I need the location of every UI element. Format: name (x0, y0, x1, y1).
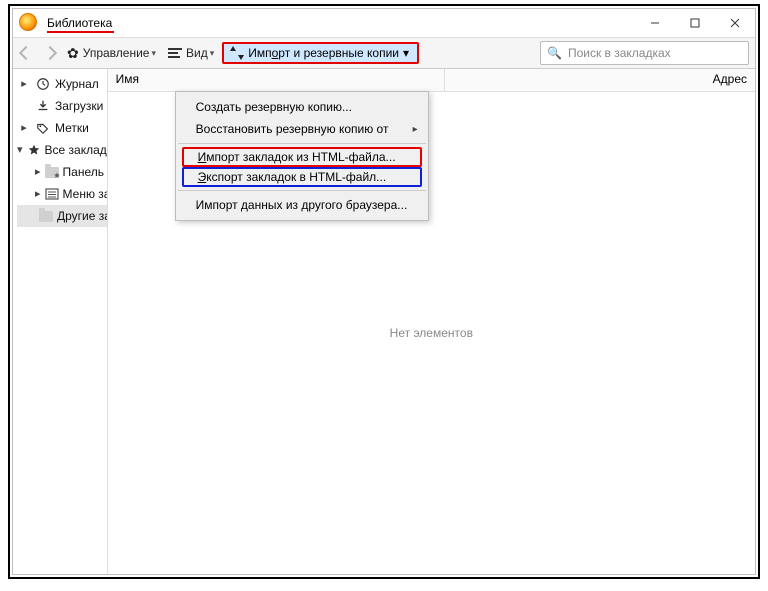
import-export-icon (230, 46, 244, 60)
menu-export-html[interactable]: Экспорт закладок в HTML-файл... (182, 167, 422, 187)
column-address-header[interactable]: Адрес (445, 69, 755, 91)
manage-label: Управление (83, 46, 150, 60)
tree-label: Другие закладки (57, 209, 108, 223)
menu-create-backup[interactable]: Создать резервную копию... (176, 96, 428, 118)
column-headers: Имя Адрес (108, 69, 755, 92)
window-controls (635, 9, 755, 37)
view-dropdown[interactable]: Вид ▾ (164, 41, 218, 65)
manage-dropdown[interactable]: ✿ Управление ▾ (63, 41, 160, 65)
tree-label: Метки (55, 121, 89, 135)
forward-button[interactable] (41, 41, 59, 65)
tree-label: Журнал (55, 77, 99, 91)
star-icon (27, 142, 41, 158)
menu-separator (178, 190, 426, 191)
arrow-right-icon (43, 46, 57, 60)
expander-icon[interactable] (17, 123, 31, 134)
titlebar: Библиотека (13, 9, 755, 38)
folder-star-icon: ★ (45, 164, 59, 180)
tree-label: Все закладки (45, 143, 108, 157)
tree-menu-bookmarks[interactable]: Меню закладок (17, 183, 107, 205)
column-name-header[interactable]: Имя (108, 69, 445, 91)
submenu-caret-icon: ▸ (413, 124, 418, 135)
search-icon: 🔍 (547, 46, 562, 60)
library-window: Библиотека ✿ Управление ▾ (12, 8, 756, 575)
tree-downloads[interactable]: Загрузки (17, 95, 107, 117)
arrow-left-icon (19, 46, 33, 60)
expander-icon[interactable] (35, 167, 41, 178)
sidebar: Журнал Загрузки Метки (13, 69, 108, 574)
minimize-button[interactable] (635, 9, 675, 37)
menu-import-browser[interactable]: Импорт данных из другого браузера... (176, 194, 428, 216)
download-icon (35, 98, 51, 114)
menu-import-html[interactable]: Импорт закладок из HTML-файла... (182, 147, 422, 167)
firefox-icon (19, 13, 39, 33)
tree-label: Меню закладок (63, 187, 108, 201)
menu-restore-from[interactable]: Восстановить резервную копию от ▸ (176, 118, 428, 140)
import-backup-dropdown[interactable]: Импорт и резервные копии ▾ (222, 41, 419, 65)
view-label: Вид (186, 46, 208, 60)
tag-icon (35, 120, 51, 136)
empty-message: Нет элементов (390, 326, 473, 340)
history-icon (35, 76, 51, 92)
folder-icon (39, 208, 53, 224)
tree-history[interactable]: Журнал (17, 73, 107, 95)
tree-other-bookmarks[interactable]: Другие закладки (17, 205, 107, 227)
gear-icon: ✿ (67, 45, 79, 62)
content-panel: Имя Адрес Нет элементов Создать резервну… (108, 69, 755, 574)
expander-icon[interactable] (17, 145, 23, 156)
expander-icon[interactable] (35, 189, 41, 200)
expander-icon[interactable] (17, 79, 31, 90)
search-placeholder: Поиск в закладках (568, 46, 671, 60)
window-title-text: Библиотека (47, 16, 112, 30)
tree-toolbar-bookmarks[interactable]: ★ Панель закладок (17, 161, 107, 183)
tree-all-bookmarks[interactable]: Все закладки (17, 139, 107, 161)
maximize-button[interactable] (675, 9, 715, 37)
tree-label: Загрузки (55, 99, 103, 113)
window-title: Библиотека (47, 16, 112, 30)
search-input[interactable]: 🔍 Поиск в закладках (540, 41, 749, 65)
tree-label: Панель закладок (63, 165, 108, 179)
folder-list-icon (45, 186, 59, 202)
organize-icon (168, 48, 182, 58)
import-backup-menu: Создать резервную копию... Восстановить … (175, 91, 429, 221)
menu-separator (178, 143, 426, 144)
annotation-underline (47, 31, 114, 33)
close-button[interactable] (715, 9, 755, 37)
back-button[interactable] (17, 41, 37, 65)
tree-tags[interactable]: Метки (17, 117, 107, 139)
toolbar: ✿ Управление ▾ Вид ▾ Импорт и резервные … (13, 38, 755, 69)
